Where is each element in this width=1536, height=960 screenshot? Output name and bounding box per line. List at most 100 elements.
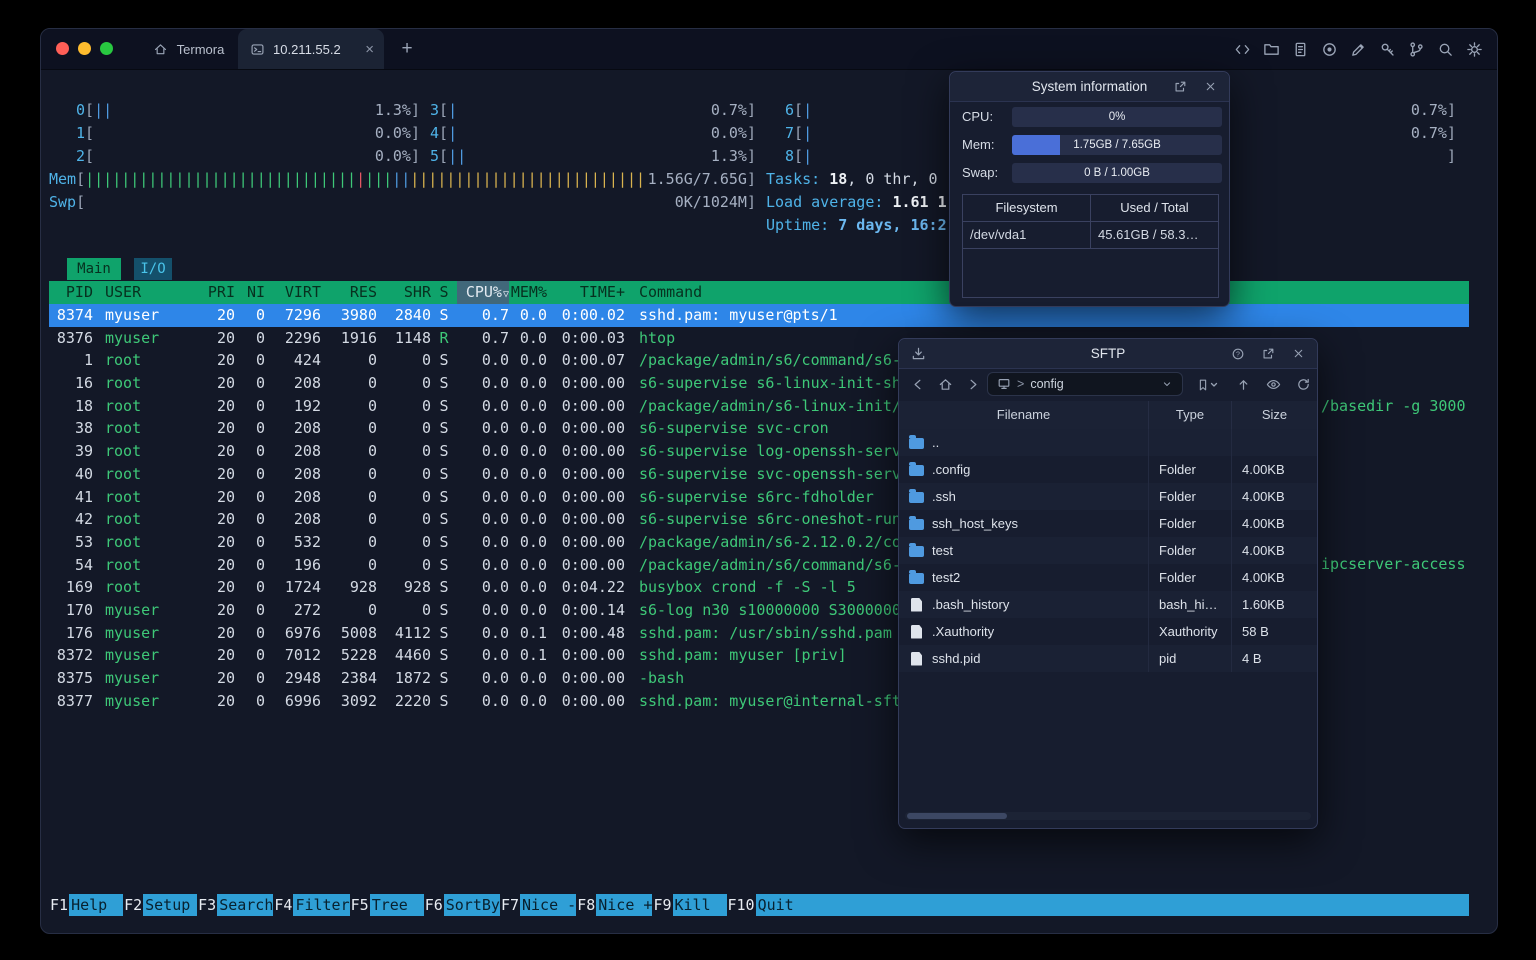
cell-cpu: 0.0 <box>481 578 509 597</box>
search-icon[interactable] <box>1436 40 1454 58</box>
cell-virt: 192 <box>293 396 321 415</box>
branch-icon[interactable] <box>1407 40 1425 58</box>
col-filename[interactable]: Filename <box>899 401 1149 429</box>
path-segment[interactable]: config <box>1030 377 1063 391</box>
htop-tab-main[interactable]: Main <box>67 258 121 280</box>
back-icon[interactable] <box>909 376 926 393</box>
col-virt[interactable]: VIRT <box>265 281 321 304</box>
cell-state: S <box>439 487 449 506</box>
path-breadcrumb[interactable]: > config <box>987 372 1183 396</box>
bookmark-icon[interactable] <box>1195 376 1219 393</box>
help-icon[interactable]: ? <box>1229 345 1247 363</box>
close-icon[interactable] <box>1289 345 1307 363</box>
cpu-meter: 2[0.0%] <box>76 145 420 168</box>
settings-icon[interactable] <box>1465 40 1483 58</box>
file-row[interactable]: .Xauthority Xauthority 58 B <box>899 618 1317 645</box>
function-bar-filler <box>809 894 1469 916</box>
file-row[interactable]: ssh_host_keys Folder 4.00KB <box>899 510 1317 537</box>
file-size: 4.00KB <box>1242 516 1285 531</box>
function-key-item[interactable]: F7 Nice - <box>500 894 577 916</box>
folder-icon[interactable] <box>1262 40 1280 58</box>
folder-icon <box>909 435 924 449</box>
col-cpu-sorted[interactable]: CPU%▽ <box>457 281 509 304</box>
col-state[interactable]: S <box>431 281 457 304</box>
function-key-item[interactable]: F10 Quit <box>727 894 810 916</box>
code-icon[interactable] <box>1233 40 1251 58</box>
download-icon[interactable] <box>909 345 927 363</box>
tab-termora[interactable]: Termora <box>141 29 235 69</box>
chevron-down-icon[interactable] <box>1160 377 1174 391</box>
function-key-item[interactable]: F4 Filter <box>273 894 350 916</box>
file-row[interactable]: .ssh Folder 4.00KB <box>899 483 1317 510</box>
function-key-item[interactable]: F3 Search <box>197 894 274 916</box>
cell-pid: 169 <box>65 578 93 597</box>
function-key-item[interactable]: F1 Help <box>49 894 124 916</box>
cell-shr: 0 <box>421 487 431 506</box>
log-icon[interactable] <box>1291 40 1309 58</box>
file-row[interactable]: sshd.pid pid 4 B <box>899 645 1317 672</box>
col-res[interactable]: RES <box>321 281 377 304</box>
key-icon[interactable] <box>1378 40 1396 58</box>
close-icon[interactable] <box>1201 78 1219 96</box>
cpu-meter-percent: 1.3% <box>374 101 411 119</box>
edit-icon[interactable] <box>1349 40 1367 58</box>
eye-icon[interactable] <box>1265 376 1282 393</box>
file-row[interactable]: .config Folder 4.00KB <box>899 456 1317 483</box>
file-size: 4.00KB <box>1242 489 1285 504</box>
cell-pri: 20 <box>216 487 235 506</box>
htop-tab-io[interactable]: I/O <box>134 258 172 280</box>
cell-shr: 928 <box>403 578 431 597</box>
tab-ssh-session[interactable]: 10.211.55.2 × <box>238 29 384 69</box>
home-icon[interactable] <box>937 376 954 393</box>
scrollbar-thumb[interactable] <box>907 813 1007 819</box>
cell-virt: 208 <box>293 487 321 506</box>
cpu-meter-percent: 0.7% <box>710 101 747 119</box>
path-separator: > <box>1017 377 1025 391</box>
col-shr[interactable]: SHR <box>377 281 431 304</box>
col-user[interactable]: USER <box>93 281 203 304</box>
col-ni[interactable]: NI <box>235 281 265 304</box>
function-key-item[interactable]: F2 Setup <box>123 894 198 916</box>
minimize-window-button[interactable] <box>78 42 91 55</box>
col-size[interactable]: Size <box>1232 401 1317 429</box>
up-icon[interactable] <box>1235 376 1252 393</box>
file-row[interactable]: test Folder 4.00KB <box>899 537 1317 564</box>
new-tab-button[interactable]: + <box>393 29 421 69</box>
record-icon[interactable] <box>1320 40 1338 58</box>
refresh-icon[interactable] <box>1295 376 1312 393</box>
open-in-window-icon[interactable] <box>1259 345 1277 363</box>
cell-ni: 0 <box>255 374 265 393</box>
function-key: F8 <box>577 896 596 914</box>
cell-user: root <box>105 351 142 370</box>
file-row[interactable]: .bash_history bash_hi… 1.60KB <box>899 591 1317 618</box>
folder-icon <box>909 570 924 584</box>
col-mem[interactable]: MEM% <box>509 281 547 304</box>
close-window-button[interactable] <box>56 42 69 55</box>
horizontal-scrollbar[interactable] <box>905 812 1311 820</box>
function-key-item[interactable]: F6 SortBy <box>424 894 500 916</box>
open-in-window-icon[interactable] <box>1171 78 1189 96</box>
function-key-item[interactable]: F5 Tree <box>350 894 424 916</box>
cell-state: S <box>439 669 449 687</box>
col-pri[interactable]: PRI <box>203 281 235 304</box>
cell-mem: 0.0 <box>519 510 547 529</box>
function-key-item[interactable]: F8 Nice + <box>576 894 653 916</box>
uptime-line: Uptime: 7 days, 16:2 <box>766 216 947 234</box>
cell-user: myuser <box>105 328 160 347</box>
forward-icon[interactable] <box>965 376 982 393</box>
cpu-meter-pipes: || <box>94 101 113 119</box>
zoom-window-button[interactable] <box>100 42 113 55</box>
file-row[interactable]: .. <box>899 429 1317 456</box>
file-row[interactable]: test2 Folder 4.00KB <box>899 564 1317 591</box>
close-tab-icon[interactable]: × <box>365 42 374 57</box>
cell-time: 0:00.00 <box>561 374 625 393</box>
folder-icon <box>909 462 924 476</box>
cell-state: S <box>439 691 449 710</box>
cell-res: 0 <box>367 464 377 483</box>
process-row[interactable]: 8374 myuser 20 0 7296 3980 2840 S 0.7 0.… <box>49 304 1469 327</box>
col-time[interactable]: TIME+ <box>547 281 625 304</box>
cell-time: 0:00.00 <box>561 510 625 529</box>
function-key-item[interactable]: F9 Kill <box>652 894 727 916</box>
col-pid[interactable]: PID <box>49 281 93 304</box>
col-type[interactable]: Type <box>1149 401 1232 429</box>
